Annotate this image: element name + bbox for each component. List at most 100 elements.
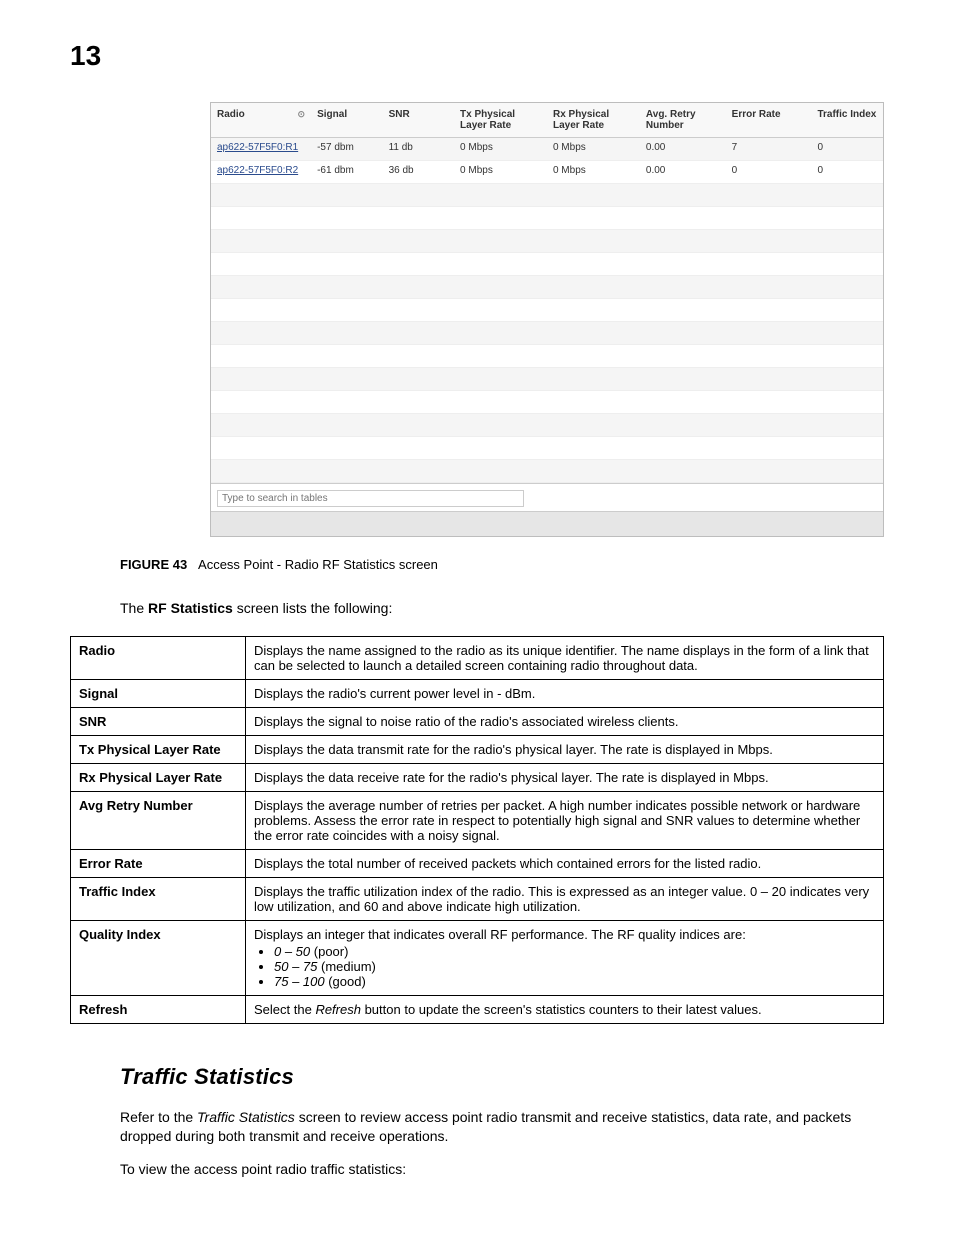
table-cell-empty <box>726 460 812 483</box>
table-row-empty <box>211 414 883 437</box>
table-cell-empty <box>311 184 382 207</box>
table-cell-empty <box>726 322 812 345</box>
table-cell-empty <box>311 391 382 414</box>
table-cell-empty <box>640 368 726 391</box>
table-cell-empty <box>311 207 382 230</box>
table-cell-empty <box>211 437 311 460</box>
table-cell-empty <box>454 230 547 253</box>
table-cell-empty <box>811 345 883 368</box>
table-cell-empty <box>640 230 726 253</box>
table-cell-empty <box>383 322 454 345</box>
table-row: ap622-57F5F0:R2-61 dbm36 db0 Mbps0 Mbps0… <box>211 161 883 184</box>
table-cell-empty <box>811 368 883 391</box>
table-cell-empty <box>547 276 640 299</box>
table-cell-empty <box>311 368 382 391</box>
table-row-empty <box>211 391 883 414</box>
col-tx[interactable]: Tx Physical Layer Rate <box>454 103 547 138</box>
intro-bold: RF Statistics <box>148 600 233 616</box>
table-cell-empty <box>547 322 640 345</box>
body-paragraph-2: To view the access point radio traffic s… <box>120 1160 884 1179</box>
table-cell-empty <box>211 345 311 368</box>
table-cell-empty <box>454 414 547 437</box>
table-cell-empty <box>640 276 726 299</box>
definition-term: Rx Physical Layer Rate <box>71 764 246 792</box>
table-cell-empty <box>211 230 311 253</box>
table-cell-empty <box>547 414 640 437</box>
definition-row: Quality IndexDisplays an integer that in… <box>71 921 884 996</box>
table-cell: ap622-57F5F0:R2 <box>211 161 311 184</box>
definition-row: Rx Physical Layer RateDisplays the data … <box>71 764 884 792</box>
definition-desc: Displays an integer that indicates overa… <box>246 921 884 996</box>
col-rx[interactable]: Rx Physical Layer Rate <box>547 103 640 138</box>
table-cell-empty <box>454 345 547 368</box>
table-cell-empty <box>311 299 382 322</box>
col-error[interactable]: Error Rate <box>726 103 812 138</box>
table-cell: 0 Mbps <box>454 138 547 161</box>
col-retry[interactable]: Avg. Retry Number <box>640 103 726 138</box>
radio-link[interactable]: ap622-57F5F0:R2 <box>217 165 298 176</box>
table-cell-empty <box>547 368 640 391</box>
table-cell: 0 <box>726 161 812 184</box>
rf-stats-screenshot: Radio⊙ Signal SNR Tx Physical Layer Rate… <box>210 102 884 537</box>
table-cell-empty <box>211 391 311 414</box>
definition-row: SNRDisplays the signal to noise ratio of… <box>71 708 884 736</box>
table-cell-empty <box>211 299 311 322</box>
table-cell: 0 Mbps <box>547 138 640 161</box>
col-signal[interactable]: Signal <box>311 103 382 138</box>
table-row-empty <box>211 253 883 276</box>
table-cell-empty <box>211 184 311 207</box>
table-cell-empty <box>454 391 547 414</box>
table-cell-empty <box>726 276 812 299</box>
table-cell-empty <box>811 253 883 276</box>
radio-link[interactable]: ap622-57F5F0:R1 <box>217 142 298 153</box>
search-row <box>211 483 883 511</box>
table-cell-empty <box>211 322 311 345</box>
table-cell-empty <box>726 207 812 230</box>
col-traffic[interactable]: Traffic Index <box>811 103 883 138</box>
table-cell-empty <box>383 391 454 414</box>
intro-line: The RF Statistics screen lists the follo… <box>120 600 884 616</box>
table-cell: ap622-57F5F0:R1 <box>211 138 311 161</box>
table-cell-empty <box>726 437 812 460</box>
table-search-input[interactable] <box>217 490 524 507</box>
quality-bullet: 0 – 50 (poor) <box>274 944 875 959</box>
definition-desc: Displays the signal to noise ratio of th… <box>246 708 884 736</box>
table-cell-empty <box>640 184 726 207</box>
definition-term: Avg Retry Number <box>71 792 246 850</box>
table-cell-empty <box>726 414 812 437</box>
table-cell-empty <box>311 322 382 345</box>
definition-term: Signal <box>71 680 246 708</box>
table-cell: 0.00 <box>640 138 726 161</box>
table-row-empty <box>211 299 883 322</box>
table-cell-empty <box>454 437 547 460</box>
table-cell-empty <box>454 322 547 345</box>
table-cell-empty <box>454 368 547 391</box>
section-heading-traffic: Traffic Statistics <box>120 1064 884 1090</box>
table-footer-bar <box>211 511 883 536</box>
col-radio[interactable]: Radio⊙ <box>211 103 311 138</box>
definition-desc: Displays the data receive rate for the r… <box>246 764 884 792</box>
table-cell: 0 Mbps <box>547 161 640 184</box>
definition-term: Error Rate <box>71 850 246 878</box>
col-radio-label: Radio <box>217 109 245 120</box>
table-cell-empty <box>383 460 454 483</box>
table-cell-empty <box>811 437 883 460</box>
intro-suffix: screen lists the following: <box>233 600 393 616</box>
table-cell-empty <box>211 276 311 299</box>
table-cell-empty <box>383 414 454 437</box>
table-cell-empty <box>726 184 812 207</box>
quality-bullet: 50 – 75 (medium) <box>274 959 875 974</box>
table-cell: -57 dbm <box>311 138 382 161</box>
table-cell-empty <box>811 207 883 230</box>
table-cell-empty <box>547 345 640 368</box>
col-snr[interactable]: SNR <box>383 103 454 138</box>
table-cell-empty <box>454 276 547 299</box>
table-cell-empty <box>547 207 640 230</box>
table-cell-empty <box>383 207 454 230</box>
table-cell-empty <box>383 345 454 368</box>
quality-bullet: 75 – 100 (good) <box>274 974 875 989</box>
definition-desc: Displays the name assigned to the radio … <box>246 637 884 680</box>
body-paragraph-1: Refer to the Traffic Statistics screen t… <box>120 1108 884 1146</box>
intro-prefix: The <box>120 600 148 616</box>
table-cell-empty <box>640 460 726 483</box>
